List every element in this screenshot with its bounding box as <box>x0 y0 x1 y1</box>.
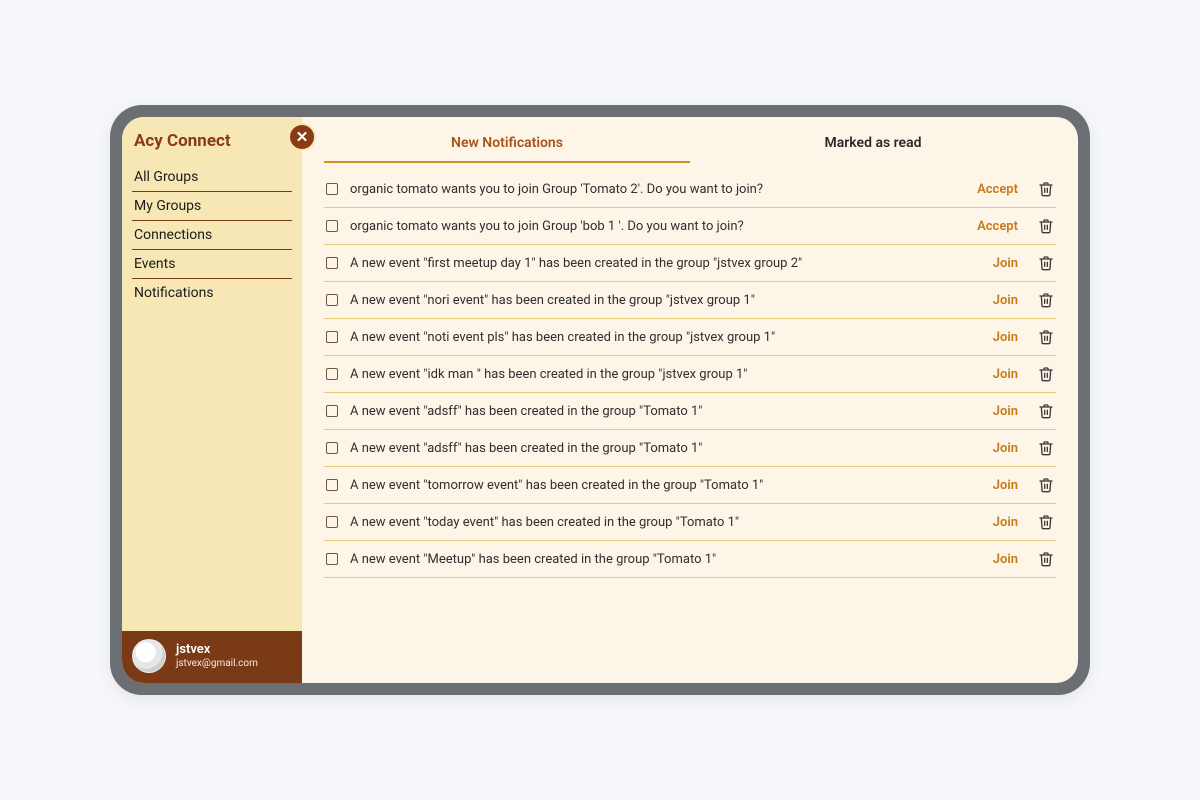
trash-icon[interactable] <box>1038 181 1054 197</box>
notification-message: organic tomato wants you to join Group '… <box>350 182 957 197</box>
brand-title: Acy Connect <box>122 117 302 161</box>
notification-row: A new event "adsff" has been created in … <box>324 430 1056 467</box>
notification-message: A new event "first meetup day 1" has bee… <box>350 256 973 271</box>
sidebar-item-my-groups[interactable]: My Groups <box>132 192 292 221</box>
sidebar-item-connections[interactable]: Connections <box>132 221 292 250</box>
join-button[interactable]: Join <box>993 330 1018 345</box>
tabs: New Notifications Marked as read <box>302 117 1078 163</box>
notification-message: organic tomato wants you to join Group '… <box>350 219 957 234</box>
notification-checkbox[interactable] <box>326 405 338 417</box>
tab-marked-as-read[interactable]: Marked as read <box>690 127 1056 163</box>
join-button[interactable]: Join <box>993 441 1018 456</box>
notification-message: A new event "Meetup" has been created in… <box>350 552 973 567</box>
notification-checkbox[interactable] <box>326 553 338 565</box>
notification-list: organic tomato wants you to join Group '… <box>302 163 1078 598</box>
notification-message: A new event "today event" has been creat… <box>350 515 973 530</box>
notification-row: A new event "adsff" has been created in … <box>324 393 1056 430</box>
notification-checkbox[interactable] <box>326 442 338 454</box>
sidebar-nav: All Groups My Groups Connections Events … <box>122 161 302 309</box>
notification-row: A new event "nori event" has been create… <box>324 282 1056 319</box>
tab-new-notifications[interactable]: New Notifications <box>324 127 690 163</box>
close-sidebar-button[interactable]: ✕ <box>288 123 316 151</box>
notification-message: A new event "nori event" has been create… <box>350 293 973 308</box>
notification-row: organic tomato wants you to join Group '… <box>324 208 1056 245</box>
notification-row: A new event "today event" has been creat… <box>324 504 1056 541</box>
user-footer[interactable]: jstvex jstvex@gmail.com <box>122 631 302 683</box>
notification-row: A new event "idk man " has been created … <box>324 356 1056 393</box>
notification-row: A new event "Meetup" has been created in… <box>324 541 1056 578</box>
notification-checkbox[interactable] <box>326 183 338 195</box>
trash-icon[interactable] <box>1038 440 1054 456</box>
sidebar-item-events[interactable]: Events <box>132 250 292 279</box>
notification-message: A new event "idk man " has been created … <box>350 367 973 382</box>
trash-icon[interactable] <box>1038 218 1054 234</box>
trash-icon[interactable] <box>1038 255 1054 271</box>
sidebar: Acy Connect ✕ All Groups My Groups Conne… <box>122 117 302 683</box>
trash-icon[interactable] <box>1038 514 1054 530</box>
join-button[interactable]: Join <box>993 367 1018 382</box>
join-button[interactable]: Join <box>993 404 1018 419</box>
notification-message: A new event "adsff" has been created in … <box>350 404 973 419</box>
close-icon: ✕ <box>296 128 309 146</box>
trash-icon[interactable] <box>1038 403 1054 419</box>
notification-checkbox[interactable] <box>326 257 338 269</box>
accept-button[interactable]: Accept <box>977 219 1018 234</box>
notification-checkbox[interactable] <box>326 294 338 306</box>
notification-checkbox[interactable] <box>326 516 338 528</box>
notification-checkbox[interactable] <box>326 368 338 380</box>
join-button[interactable]: Join <box>993 256 1018 271</box>
join-button[interactable]: Join <box>993 478 1018 493</box>
avatar <box>132 639 166 673</box>
join-button[interactable]: Join <box>993 293 1018 308</box>
notification-message: A new event "noti event pls" has been cr… <box>350 330 973 345</box>
trash-icon[interactable] <box>1038 551 1054 567</box>
notification-row: A new event "noti event pls" has been cr… <box>324 319 1056 356</box>
accept-button[interactable]: Accept <box>977 182 1018 197</box>
join-button[interactable]: Join <box>993 515 1018 530</box>
trash-icon[interactable] <box>1038 329 1054 345</box>
user-meta: jstvex jstvex@gmail.com <box>176 643 258 669</box>
user-name: jstvex <box>176 643 258 658</box>
notification-message: A new event "tomorrow event" has been cr… <box>350 478 973 493</box>
user-email: jstvex@gmail.com <box>176 658 258 670</box>
notification-message: A new event "adsff" has been created in … <box>350 441 973 456</box>
notification-row: organic tomato wants you to join Group '… <box>324 171 1056 208</box>
trash-icon[interactable] <box>1038 477 1054 493</box>
trash-icon[interactable] <box>1038 366 1054 382</box>
trash-icon[interactable] <box>1038 292 1054 308</box>
sidebar-item-all-groups[interactable]: All Groups <box>132 163 292 192</box>
notification-checkbox[interactable] <box>326 479 338 491</box>
notification-row: A new event "first meetup day 1" has bee… <box>324 245 1056 282</box>
notification-row: A new event "tomorrow event" has been cr… <box>324 467 1056 504</box>
notification-checkbox[interactable] <box>326 331 338 343</box>
main-panel: New Notifications Marked as read organic… <box>302 117 1078 683</box>
sidebar-item-notifications[interactable]: Notifications <box>132 279 292 307</box>
join-button[interactable]: Join <box>993 552 1018 567</box>
notification-checkbox[interactable] <box>326 220 338 232</box>
